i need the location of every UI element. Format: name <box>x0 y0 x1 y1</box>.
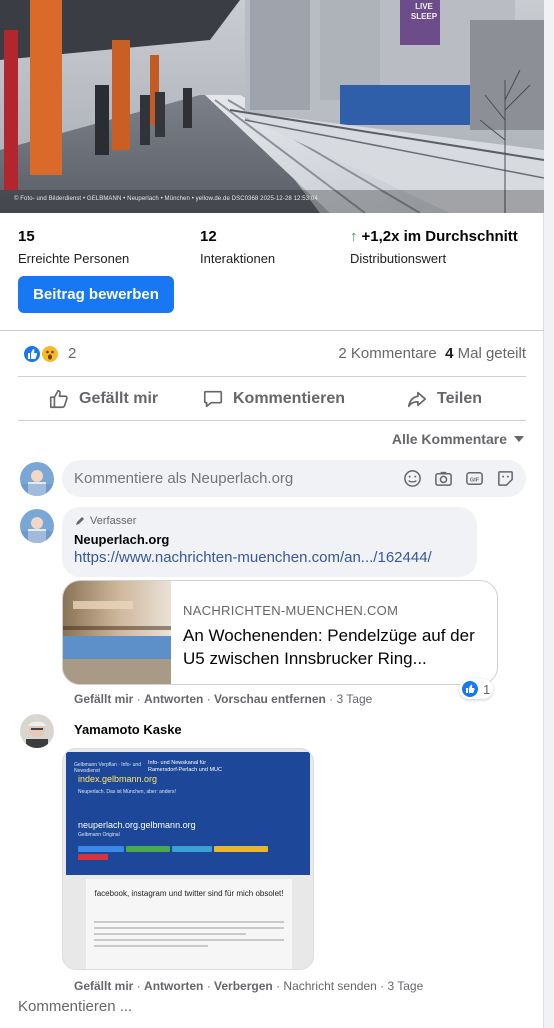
post-action-bar: Gefällt mir Kommentieren Teilen <box>18 378 526 420</box>
image-sub-2: Gelbmann Original <box>78 832 120 838</box>
image-title: Info- und Newskanal für Ramersdorf-Perla… <box>148 760 222 773</box>
stat-reach-value: 15 <box>18 228 35 245</box>
like-reaction-icon <box>462 681 478 697</box>
comment-author-avatar[interactable] <box>20 509 54 543</box>
emoji-icon[interactable] <box>402 468 423 489</box>
stat-interactions-value: 12 <box>200 228 217 245</box>
share-arrow-icon <box>407 391 427 408</box>
stat-reach-label: Erreichte Personen <box>18 251 130 266</box>
comment-composer[interactable]: GIF <box>62 460 526 497</box>
like-label: Gefällt mir <box>79 390 159 407</box>
image-button <box>172 846 212 852</box>
section-divider <box>0 330 544 331</box>
pencil-icon <box>76 517 84 525</box>
comment-filter-dropdown[interactable]: Alle Kommentare <box>392 431 525 447</box>
camera-icon[interactable] <box>433 468 454 489</box>
stat-interactions[interactable]: 12 Interaktionen <box>200 228 275 267</box>
gif-icon[interactable]: GIF <box>464 468 485 489</box>
share-count-label[interactable]: Mal geteilt <box>458 345 526 362</box>
comment-link[interactable]: https://www.nachrichten-muenchen.com/an.… <box>74 549 465 566</box>
link-preview-title: An Wochenenden: Pendelzüge auf der U5 zw… <box>183 626 475 668</box>
comment-icon <box>203 390 223 408</box>
image-site-1: index.gelbmann.org <box>78 774 158 784</box>
comment-author-name[interactable]: Neuperlach.org <box>74 532 465 547</box>
image-button <box>126 846 170 852</box>
write-comment-link[interactable]: Kommentieren ... <box>18 998 132 1015</box>
stat-distribution-value: +1,2x im Durchschnitt <box>361 228 518 245</box>
like-button[interactable]: Gefällt mir <box>48 378 158 420</box>
remove-preview-action[interactable]: Vorschau entfernen <box>214 692 326 706</box>
comment-meta: Gefällt mir · Antworten · Verbergen · Na… <box>74 979 424 993</box>
share-button[interactable]: Teilen <box>406 378 482 420</box>
image-heading: facebook, instagram und twitter sind für… <box>94 889 284 898</box>
image-button <box>78 854 108 860</box>
image-button <box>214 846 268 852</box>
photo-caption: © Foto- und Bilderdienst • GELBMANN • Ne… <box>14 196 318 202</box>
image-site-2: neuperlach.org.gelbmann.org <box>78 820 196 830</box>
svg-text:GIF: GIF <box>470 477 480 483</box>
comment-like-action[interactable]: Gefällt mir <box>74 692 133 706</box>
comment-button[interactable]: Kommentieren <box>202 378 345 420</box>
page-avatar[interactable] <box>20 462 54 496</box>
comment-time[interactable]: 3 Tage <box>387 979 423 993</box>
comment-author-name[interactable]: Yamamoto Kaske <box>74 722 182 737</box>
image-header-small: Gelbmann Verpflan · Info- und Newsdienst <box>74 762 141 774</box>
comment-meta: Gefällt mir · Antworten · Vorschau entfe… <box>74 692 373 706</box>
comment-input[interactable] <box>74 460 394 497</box>
comment-like-action[interactable]: Gefällt mir <box>74 979 133 993</box>
stat-interactions-label: Interaktionen <box>200 251 276 266</box>
thumbs-up-icon <box>49 389 68 409</box>
author-badge: Verfasser <box>90 515 137 527</box>
comment-count[interactable]: 2 Kommentare <box>338 345 436 362</box>
divider <box>18 420 526 421</box>
comment-reply-action[interactable]: Antworten <box>144 692 203 706</box>
comment-time[interactable]: 3 Tage <box>337 692 373 706</box>
stat-reach[interactable]: 15 Erreichte Personen <box>18 228 129 267</box>
reaction-count[interactable]: 2 <box>68 345 76 362</box>
hide-comment-action[interactable]: Verbergen <box>214 979 273 993</box>
share-count[interactable]: 4 <box>445 345 453 362</box>
comment-like-count: 1 <box>483 681 491 697</box>
send-message-action[interactable]: Nachricht senden <box>283 979 376 993</box>
image-tagline: Neuperlach. Das ist München, aber: ander… <box>78 789 176 795</box>
billboard-text: LIVE SLEEP <box>410 2 438 21</box>
post-card: LIVE SLEEP © Foto- und Bilderdienst • GE… <box>0 0 544 1028</box>
like-reaction-icon[interactable] <box>22 344 42 364</box>
image-button <box>78 846 124 852</box>
link-preview-card[interactable]: NACHRICHTEN-MUENCHEN.COM An Wochenenden:… <box>62 580 498 685</box>
post-photo[interactable]: LIVE SLEEP © Foto- und Bilderdienst • GE… <box>0 0 544 213</box>
comment-reply-action[interactable]: Antworten <box>144 979 203 993</box>
stat-distribution[interactable]: ↑ +1,2x im Durchschnitt Distributionswert <box>350 228 518 267</box>
sticker-icon[interactable] <box>495 468 516 489</box>
promote-post-button[interactable]: Beitrag bewerben <box>18 276 174 313</box>
arrow-up-icon: ↑ <box>350 228 358 245</box>
post-insights: 15 Erreichte Personen 12 Interaktionen ↑… <box>18 228 525 268</box>
divider <box>18 376 526 377</box>
comment-reaction-chip[interactable]: 1 <box>459 679 494 699</box>
share-label: Teilen <box>437 390 483 407</box>
link-preview-domain: NACHRICHTEN-MUENCHEN.COM <box>183 603 399 618</box>
link-preview-image <box>63 581 171 684</box>
station-photo-graphic <box>0 0 544 213</box>
wow-reaction-icon[interactable] <box>40 344 60 364</box>
comment-author-avatar[interactable] <box>20 714 54 748</box>
stat-distribution-label: Distributionswert <box>350 251 447 266</box>
reactions-summary: 2 2 Kommentare 4 Mal geteilt <box>20 342 526 366</box>
comment-filter-label: Alle Kommentare <box>391 431 507 447</box>
comment-label: Kommentieren <box>233 390 346 407</box>
caret-down-icon <box>514 436 524 442</box>
comment-image[interactable]: Gelbmann Verpflan · Info- und Newsdienst… <box>62 748 314 970</box>
comment-bubble: Verfasser Neuperlach.org https://www.nac… <box>62 507 477 577</box>
